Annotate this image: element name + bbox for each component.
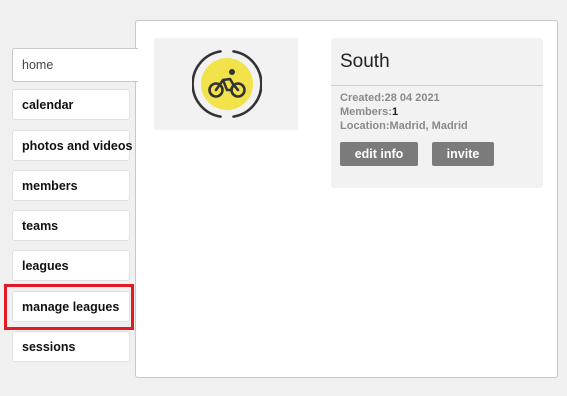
highlight-box: [4, 284, 134, 330]
sidebar-item-photos-and-videos[interactable]: photos and videos: [12, 130, 132, 161]
members-label: Members:: [340, 106, 392, 118]
location-info: Location:Madrid, Madrid: [340, 120, 468, 132]
team-name: South: [340, 51, 390, 72]
sidebar-item-members[interactable]: members: [12, 170, 130, 201]
created-info: Created:28 04 2021: [340, 92, 440, 104]
divider: [331, 85, 543, 86]
sidebar-item-home[interactable]: home: [12, 48, 138, 82]
edit-info-button[interactable]: edit info: [340, 142, 418, 166]
sidebar-item-teams[interactable]: teams: [12, 210, 130, 241]
members-value: 1: [391, 106, 399, 118]
created-value: 28 04 2021: [384, 92, 440, 104]
team-logo-box: [154, 38, 298, 130]
location-label: Location:: [340, 120, 390, 132]
invite-button[interactable]: invite: [432, 142, 494, 166]
sidebar-item-sessions[interactable]: sessions: [12, 331, 130, 362]
cyclist-icon: [192, 50, 262, 118]
created-label: Created:: [340, 92, 385, 104]
team-info-card: South Created:28 04 2021 Members:1 Locat…: [331, 38, 543, 188]
location-value: Madrid, Madrid: [389, 120, 468, 132]
sidebar-item-leagues[interactable]: leagues: [12, 250, 130, 281]
members-info: Members:1: [340, 106, 398, 118]
sidebar-item-calendar[interactable]: calendar: [12, 89, 130, 120]
